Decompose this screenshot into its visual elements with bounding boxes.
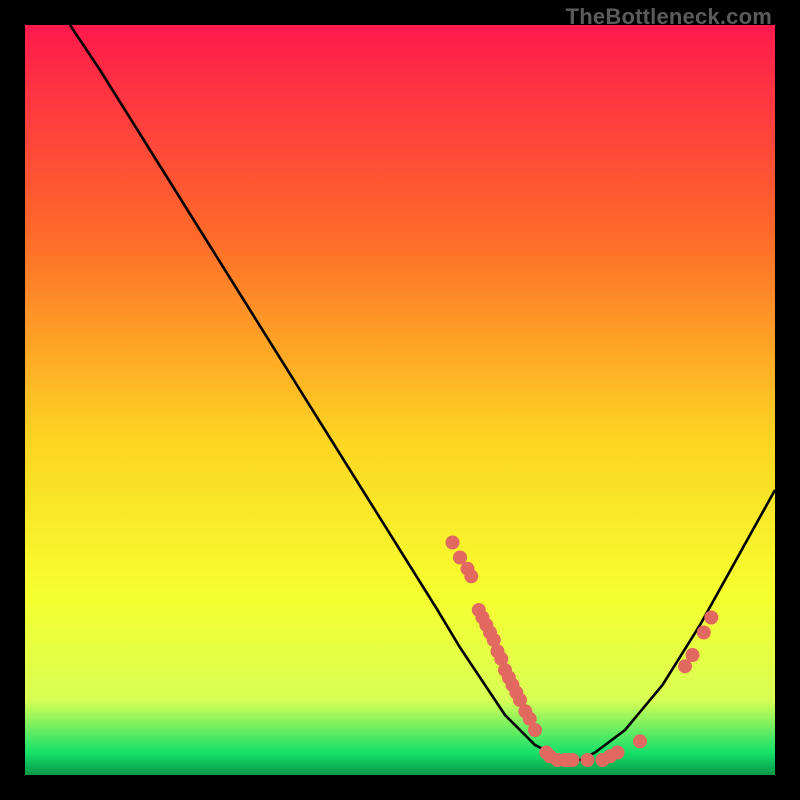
data-point [528,723,542,737]
data-point [566,753,580,767]
data-point [446,536,460,550]
gradient-background [25,25,775,775]
data-point [704,611,718,625]
data-point [633,734,647,748]
data-point [581,753,595,767]
data-point [697,626,711,640]
chart-frame [25,25,775,775]
data-point [464,569,478,583]
data-point [611,746,625,760]
watermark-text: TheBottleneck.com [566,4,772,30]
data-point [686,648,700,662]
bottleneck-chart [25,25,775,775]
